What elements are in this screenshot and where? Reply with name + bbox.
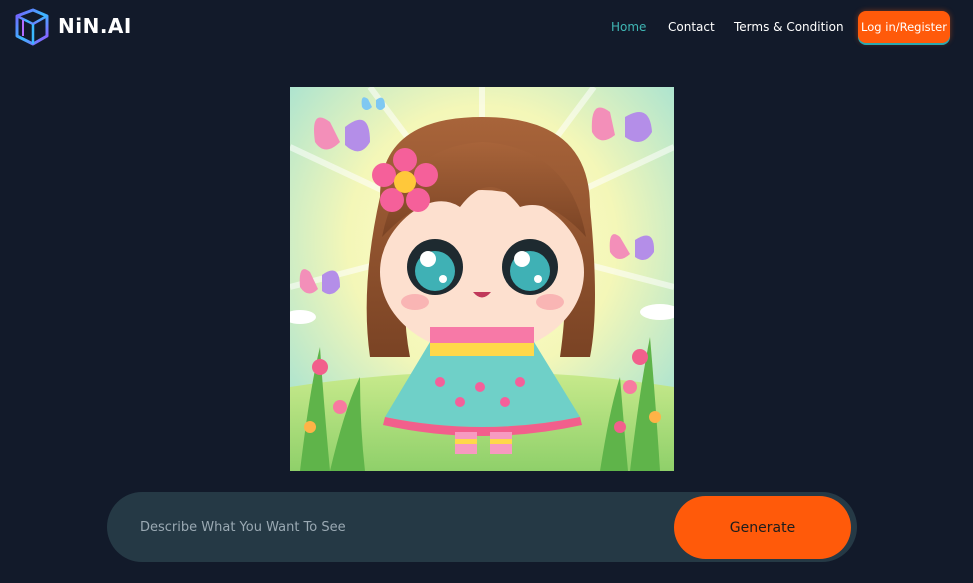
cube-logo-icon xyxy=(15,8,49,46)
prompt-bar: Generate xyxy=(107,492,857,562)
login-register-button[interactable]: Log in/Register xyxy=(858,11,950,43)
brand-name: NiN.AI xyxy=(58,14,132,38)
generated-artwork-image xyxy=(290,87,674,471)
top-navigation: NiN.AI Home Contact Terms & Condition Lo… xyxy=(0,0,973,56)
generate-button[interactable]: Generate xyxy=(674,496,851,559)
brand-logo[interactable]: NiN.AI xyxy=(13,6,131,50)
prompt-input[interactable] xyxy=(137,510,663,544)
nav-link-contact[interactable]: Contact xyxy=(668,20,715,34)
nav-link-terms[interactable]: Terms & Condition xyxy=(734,20,844,34)
generated-image xyxy=(290,87,674,471)
nav-link-home[interactable]: Home xyxy=(611,20,646,34)
